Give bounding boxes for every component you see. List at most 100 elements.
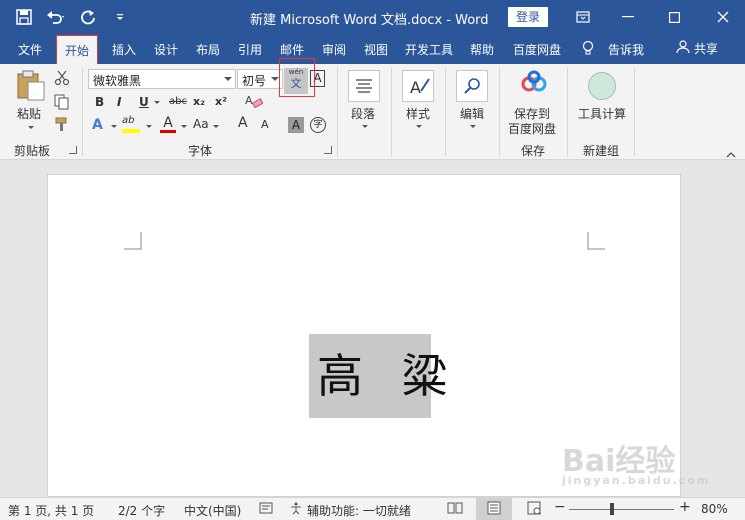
zoom-in-button[interactable]: + [679,499,691,515]
highlight-color-swatch [122,129,140,133]
paste-icon[interactable] [16,70,46,105]
styles-dropdown-caret[interactable] [416,125,422,128]
macro-recording-icon[interactable] [259,501,273,518]
tab-file[interactable]: 文件 [18,41,42,58]
accessibility-status[interactable]: 辅助功能: 一切就绪 [307,502,411,519]
login-button[interactable]: 登录 [508,7,548,27]
italic-button[interactable]: I [117,95,121,109]
font-name-combo[interactable]: 微软雅黑 [88,69,236,89]
page-count[interactable]: 第 1 页, 共 1 页 [8,502,94,519]
tab-view[interactable]: 视图 [364,41,388,58]
tab-mailings[interactable]: 邮件 [280,41,304,58]
tab-design[interactable]: 设计 [154,41,178,58]
change-case-dropdown-caret[interactable] [213,125,219,128]
text-effect-button[interactable]: A [92,117,103,133]
paste-button-label[interactable]: 粘贴 [17,105,41,122]
editing-button-label[interactable]: 编辑 [460,105,484,122]
zoom-out-button[interactable]: − [554,499,566,515]
tool-calculate-icon[interactable] [588,72,616,100]
format-painter-icon[interactable] [54,116,70,135]
grow-font-button[interactable]: A [238,115,248,131]
zoom-level[interactable]: 80% [701,502,728,516]
close-icon[interactable] [705,0,741,34]
clear-formatting-icon[interactable]: A [245,93,264,112]
tab-developer[interactable]: 开发工具 [405,41,453,58]
zoom-slider-thumb[interactable] [610,503,614,515]
clipboard-launcher-icon[interactable] [69,146,77,154]
web-layout-icon[interactable] [527,501,541,518]
separator [499,68,500,156]
paste-dropdown-caret[interactable] [28,126,34,129]
tab-references[interactable]: 引用 [238,41,262,58]
word-count[interactable]: 2/2 个字 [118,502,165,519]
tool-calculate-label[interactable]: 工具计算 [578,105,626,122]
highlight-dropdown-caret[interactable] [146,125,152,128]
tab-home[interactable]: 开始 [56,35,99,64]
share-label: 共享 [694,42,719,56]
lightbulb-icon [582,40,594,59]
paragraph-button-label[interactable]: 段落 [351,105,375,122]
chevron-down-icon [224,77,232,81]
share-button[interactable]: 共享 [676,40,718,57]
tell-me-box[interactable]: 告诉我 [582,40,644,59]
highlight-label: ab [122,115,135,126]
character-shading-button[interactable]: A [288,117,304,133]
shrink-font-button[interactable]: A [261,118,269,131]
print-layout-button[interactable] [476,498,512,520]
redo-icon[interactable] [78,7,98,27]
highlight-color-button[interactable]: ab [122,115,142,135]
enclose-characters-button[interactable]: 字 [310,117,326,133]
ribbon-display-options-icon[interactable] [565,0,601,34]
maximize-icon[interactable] [656,0,692,34]
subscript-button[interactable]: x₂ [193,95,205,108]
font-color-button[interactable]: A [159,115,177,135]
tab-review[interactable]: 审阅 [322,41,346,58]
tab-help[interactable]: 帮助 [470,41,494,58]
undo-icon[interactable] [46,7,66,27]
accessibility-icon[interactable] [289,501,303,518]
font-group-label: 字体 [188,144,213,158]
collapse-ribbon-icon[interactable] [726,147,736,161]
separator [337,68,338,156]
separator [634,68,635,156]
tab-insert[interactable]: 插入 [112,41,136,58]
copy-icon[interactable] [54,94,70,113]
watermark-sub: jingyan.baidu.com [562,474,711,487]
underline-dropdown-caret[interactable] [154,101,160,104]
styles-icon[interactable]: A [402,70,434,102]
baidu-save-label-line2[interactable]: 百度网盘 [508,120,556,137]
font-launcher-icon[interactable] [324,146,332,154]
document-area: 高 粱 Bai经验 jingyan.baidu.com [0,160,745,497]
minimize-icon[interactable] [610,0,646,34]
text-effect-dropdown-caret[interactable] [111,125,117,128]
baidu-netdisk-icon[interactable] [520,70,548,97]
title-bar: 新建 Microsoft Word 文档.docx - Word 登录 [0,0,745,34]
save-icon[interactable] [14,7,34,27]
tab-baidu-netdisk[interactable]: 百度网盘 [513,41,561,58]
underline-button[interactable]: U [139,95,149,109]
zoom-slider-track[interactable] [569,509,674,510]
strikethrough-button[interactable]: abc [169,96,187,107]
font-color-swatch [160,130,176,133]
document-text[interactable]: 高 粱 [309,334,448,418]
customize-qat-icon[interactable] [110,7,130,27]
change-case-button[interactable]: Aa [193,117,209,131]
tab-layout[interactable]: 布局 [196,41,220,58]
font-color-dropdown-caret[interactable] [181,125,187,128]
read-mode-icon[interactable] [447,501,463,518]
paragraph-icon[interactable] [348,70,380,102]
language-indicator[interactable]: 中文(中国) [184,502,241,519]
font-size-value: 初号 [242,74,267,88]
editing-dropdown-caret[interactable] [470,125,476,128]
font-size-combo[interactable]: 初号 [237,69,283,89]
phonetic-guide-highlight [279,58,315,97]
search-icon[interactable] [456,70,488,102]
ribbon-tabs: 文件 开始 插入 设计 布局 引用 邮件 审阅 视图 开发工具 帮助 百度网盘 … [0,34,745,64]
svg-text:A: A [245,94,253,107]
styles-button-label[interactable]: 样式 [406,105,430,122]
superscript-button[interactable]: x² [215,95,227,108]
bold-button[interactable]: B [95,95,104,109]
separator [567,68,568,156]
paragraph-dropdown-caret[interactable] [362,125,368,128]
cut-icon[interactable] [54,70,70,89]
